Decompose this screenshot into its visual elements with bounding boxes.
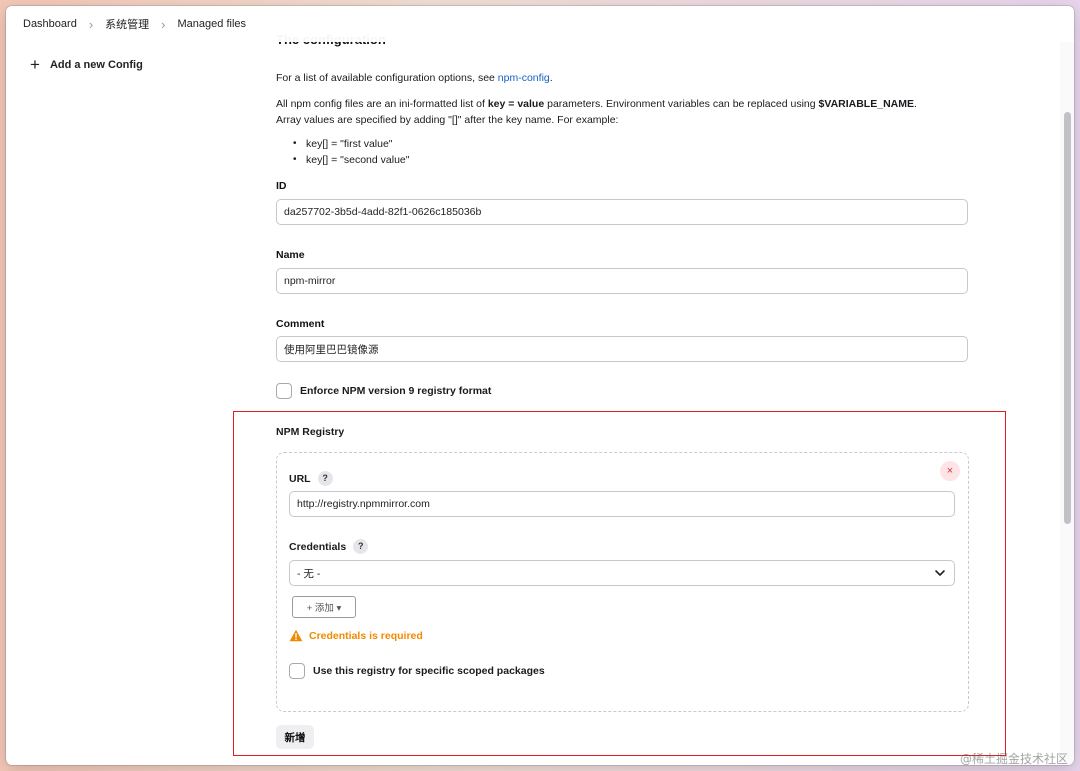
chevron-right-icon: › bbox=[88, 16, 94, 32]
enforce-npm9-checkbox[interactable] bbox=[276, 383, 292, 399]
scoped-packages-checkbox-row[interactable]: Use this registry for specific scoped pa… bbox=[289, 663, 545, 679]
help-icon[interactable]: ? bbox=[353, 539, 369, 554]
format-variable-name: $VARIABLE_NAME bbox=[818, 98, 914, 110]
add-new-config-label: Add a new Config bbox=[49, 58, 143, 71]
id-field[interactable] bbox=[276, 199, 968, 225]
chevron-down-icon bbox=[935, 570, 945, 576]
list-item: key[] = "second value" bbox=[276, 152, 409, 168]
scrollbar-track[interactable] bbox=[1060, 42, 1074, 765]
format-key-value: key = value bbox=[487, 98, 545, 110]
chevron-right-icon: › bbox=[161, 16, 166, 32]
add-credentials-label: + 添加 ▾ bbox=[306, 603, 342, 614]
add-new-config-link[interactable]: + Add a new Config bbox=[30, 56, 143, 73]
registry-entry: × URL ? http://registry.npmmirror.com Cr… bbox=[276, 452, 969, 712]
credentials-select[interactable]: - 无 - bbox=[289, 560, 955, 586]
plus-icon: + bbox=[30, 55, 40, 74]
credentials-label-row: Credentials ? bbox=[289, 539, 369, 554]
remove-registry-button[interactable]: × bbox=[940, 461, 960, 481]
credentials-warning: Credentials is required bbox=[289, 629, 423, 642]
scoped-packages-checkbox[interactable] bbox=[289, 663, 305, 679]
enforce-npm9-checkbox-row[interactable]: Enforce NPM version 9 registry format bbox=[276, 383, 491, 399]
npm-config-link[interactable]: npm-config bbox=[498, 72, 550, 84]
warning-icon bbox=[289, 629, 303, 642]
id-label: ID bbox=[276, 180, 287, 192]
intro-text: For a list of available configuration op… bbox=[276, 72, 498, 84]
format-paragraph: All npm config files are an ini-formatte… bbox=[276, 96, 976, 128]
comment-label: Comment bbox=[276, 318, 325, 330]
format-text-c: parameters. Environment variables can be… bbox=[544, 98, 819, 110]
example-list: key[] = "first value" key[] = "second va… bbox=[276, 136, 409, 168]
breadcrumb: Dashboard › 系统管理 › Managed files bbox=[6, 6, 1074, 42]
credentials-label: Credentials bbox=[289, 540, 347, 553]
name-field[interactable] bbox=[276, 268, 968, 294]
breadcrumb-dashboard[interactable]: Dashboard bbox=[20, 18, 80, 30]
url-field[interactable]: http://registry.npmmirror.com bbox=[289, 491, 955, 517]
breadcrumb-managed-files[interactable]: Managed files bbox=[175, 18, 250, 30]
name-label: Name bbox=[276, 249, 305, 261]
url-value: http://registry.npmmirror.com bbox=[297, 498, 430, 510]
credentials-selected-value: - 无 - bbox=[297, 567, 321, 580]
format-text-a: All npm config files are an ini-formatte… bbox=[276, 98, 488, 110]
help-icon[interactable]: ? bbox=[317, 471, 333, 486]
comment-field[interactable] bbox=[276, 336, 968, 362]
scoped-packages-label: Use this registry for specific scoped pa… bbox=[313, 665, 545, 677]
url-label: URL bbox=[289, 472, 311, 485]
intro-suffix: . bbox=[549, 72, 553, 84]
watermark-text: @稀土掘金技术社区 bbox=[960, 752, 1069, 766]
intro-paragraph: For a list of available configuration op… bbox=[276, 70, 976, 86]
npm-registry-title: NPM Registry bbox=[276, 426, 345, 438]
array-text: Array values are specified by adding "[]… bbox=[276, 114, 619, 126]
browser-window: Dashboard › 系统管理 › Managed files + Add a… bbox=[6, 6, 1074, 765]
enforce-npm9-label: Enforce NPM version 9 registry format bbox=[300, 385, 492, 397]
add-credentials-button[interactable]: + 添加 ▾ bbox=[292, 596, 356, 618]
scrollbar-thumb[interactable] bbox=[1064, 112, 1071, 524]
url-label-row: URL ? bbox=[289, 471, 333, 486]
warning-text: Credentials is required bbox=[309, 629, 423, 642]
list-item: key[] = "first value" bbox=[276, 136, 409, 152]
format-text-e: . bbox=[913, 98, 917, 110]
add-submit-button[interactable]: 新增 bbox=[276, 725, 314, 749]
breadcrumb-system-management[interactable]: 系统管理 bbox=[102, 16, 152, 32]
